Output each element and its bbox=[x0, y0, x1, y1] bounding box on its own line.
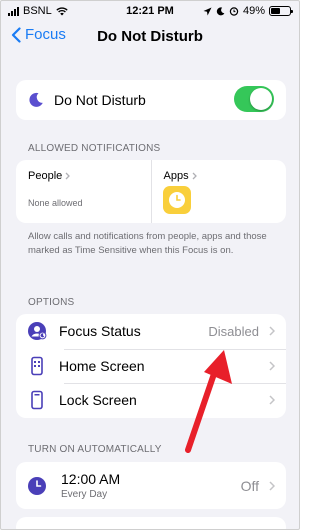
focus-status-label: Focus Status bbox=[59, 323, 141, 340]
options-header: OPTIONS bbox=[28, 297, 75, 308]
apps-title: Apps bbox=[163, 170, 189, 182]
page-title: Do Not Disturb bbox=[97, 28, 203, 45]
settings-screen: BSNL 12:21 PM 49% Focus Do Not Disturb D… bbox=[1, 1, 299, 529]
people-subtitle: None allowed bbox=[28, 198, 83, 208]
navigation-bar: Focus Do Not Disturb bbox=[1, 23, 299, 53]
dnd-toggle[interactable] bbox=[234, 86, 274, 112]
moon-status-icon bbox=[216, 6, 225, 15]
clock-icon bbox=[28, 476, 46, 495]
home-screen-icon bbox=[31, 356, 43, 376]
options-card: Focus Status Disabled Home Screen Lock S… bbox=[16, 314, 286, 418]
focus-status-row[interactable]: Focus Status Disabled bbox=[16, 314, 286, 349]
dnd-toggle-card: Do Not Disturb bbox=[16, 80, 286, 120]
chevron-right-icon bbox=[269, 326, 275, 336]
moon-icon bbox=[29, 92, 43, 107]
battery-level bbox=[271, 8, 280, 14]
chevron-right-icon bbox=[269, 361, 275, 371]
chevron-right-icon bbox=[269, 481, 275, 491]
lock-screen-row[interactable]: Lock Screen bbox=[16, 383, 286, 418]
schedule-value: Off bbox=[240, 477, 259, 494]
apps-title-row: Apps bbox=[164, 170, 287, 182]
focus-status-icon bbox=[28, 322, 47, 341]
turn-on-automatically-header: TURN ON AUTOMATICALLY bbox=[28, 444, 162, 455]
annotation-arrow-icon bbox=[185, 350, 232, 453]
automation-card: 12:00 AM Every Day Off bbox=[16, 462, 286, 509]
home-screen-row[interactable]: Home Screen bbox=[16, 348, 286, 384]
schedule-text: 12:00 AM Every Day bbox=[61, 471, 120, 500]
lock-screen-label: Lock Screen bbox=[59, 392, 137, 409]
lock-screen-icon bbox=[31, 391, 43, 410]
schedule-row[interactable]: 12:00 AM Every Day Off bbox=[16, 462, 286, 509]
clock-app-icon bbox=[162, 186, 191, 214]
allowed-notifications-header: ALLOWED NOTIFICATIONS bbox=[28, 143, 161, 154]
focus-status-value: Disabled bbox=[208, 323, 259, 339]
home-screen-label: Home Screen bbox=[59, 357, 145, 374]
schedule-time: 12:00 AM bbox=[61, 471, 121, 487]
allowed-notifications-card: People None allowed Apps bbox=[16, 160, 286, 223]
battery-icon bbox=[269, 6, 293, 16]
chevron-right-icon bbox=[269, 395, 275, 405]
apps-tile[interactable]: Apps bbox=[150, 160, 287, 223]
people-title: People bbox=[28, 170, 63, 182]
status-right: 49% bbox=[203, 5, 293, 17]
alarm-icon bbox=[229, 7, 239, 16]
people-title-row: People bbox=[28, 170, 151, 182]
status-bar: BSNL 12:21 PM 49% bbox=[1, 1, 299, 21]
location-icon bbox=[203, 7, 212, 15]
chevron-right-icon bbox=[65, 172, 71, 180]
allowed-description: Allow calls and notifications from peopl… bbox=[28, 231, 267, 256]
dnd-label: Do Not Disturb bbox=[54, 92, 146, 108]
schedule-repeat: Every Day bbox=[61, 489, 108, 500]
next-card-peek bbox=[16, 517, 286, 529]
battery-percent: 49% bbox=[242, 5, 265, 17]
chevron-right-icon bbox=[192, 172, 197, 180]
people-tile[interactable]: People None allowed bbox=[16, 160, 151, 223]
